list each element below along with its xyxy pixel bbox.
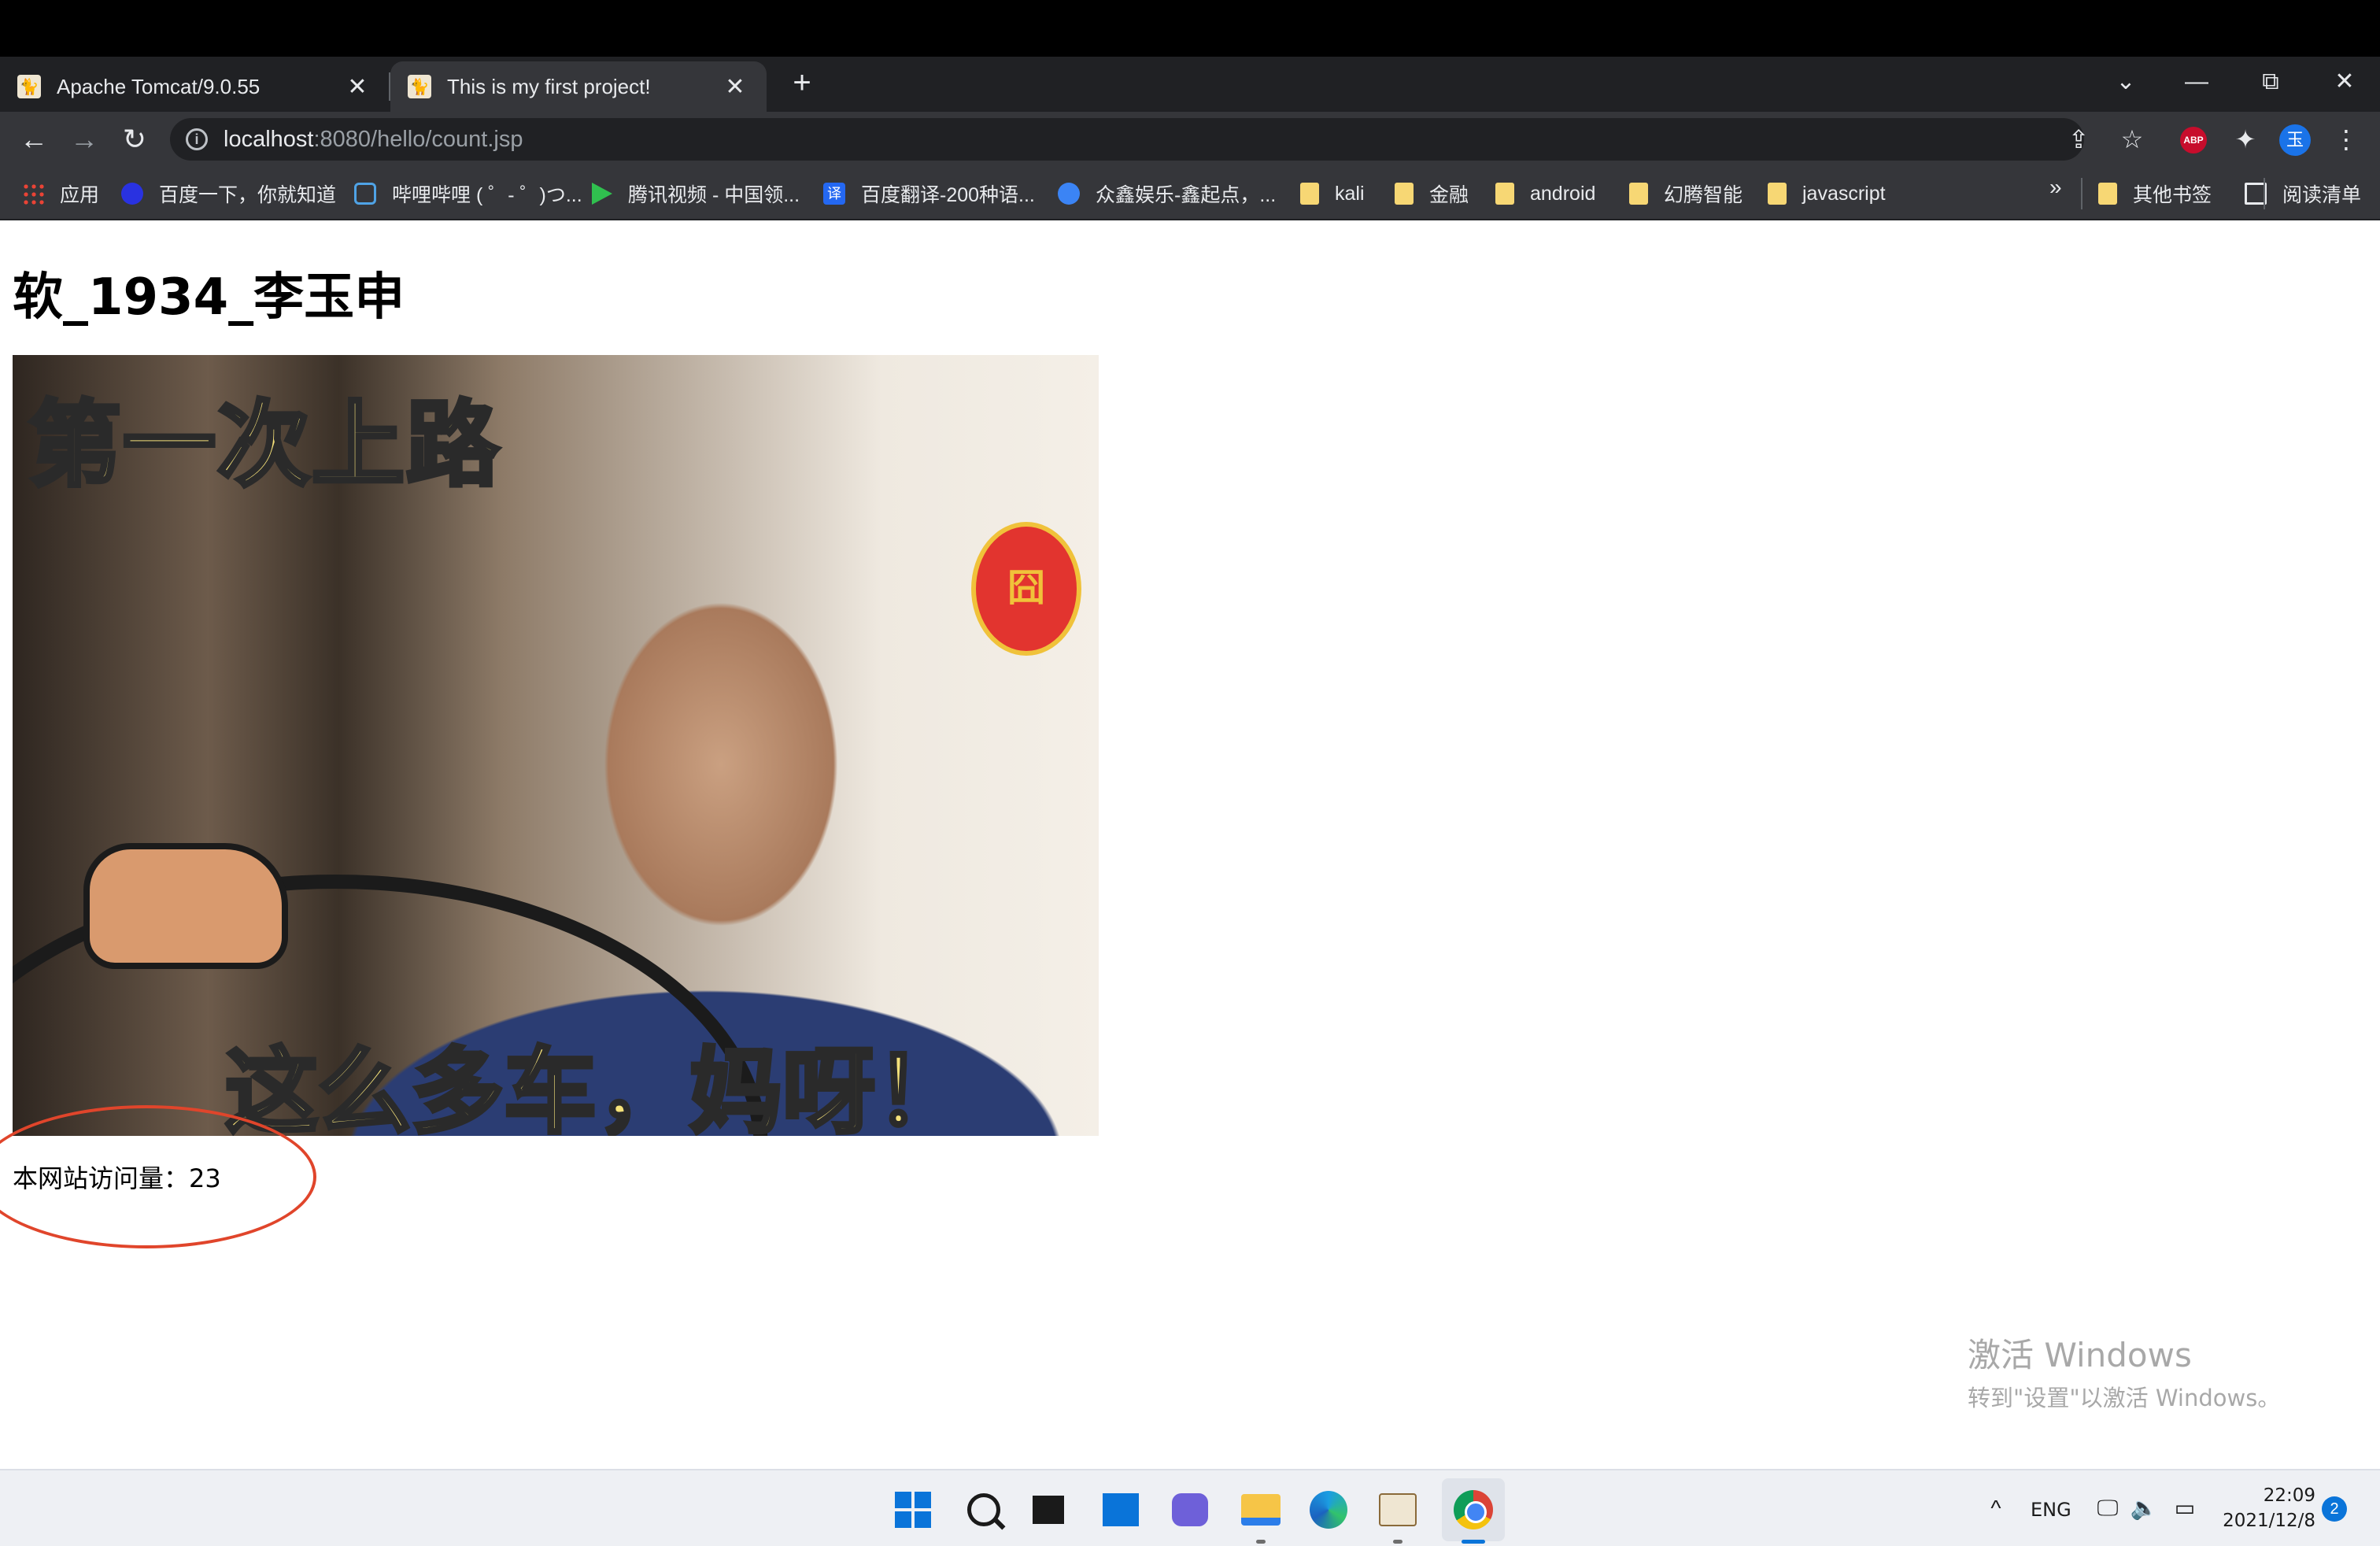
bookmarks-separator — [2081, 178, 2082, 209]
extensions-puzzle-icon[interactable]: ✦ — [2227, 121, 2264, 157]
language-indicator[interactable]: ENG — [2031, 1499, 2071, 1521]
clock-time: 22:09 — [2263, 1485, 2315, 1506]
bookmark-tencent-video[interactable]: 腾讯视频 - 中国领... — [592, 178, 800, 209]
tab-search-icon[interactable]: ⌄ — [2098, 60, 2153, 104]
baidu-fanyi-icon: 译 — [823, 183, 845, 205]
screen-top-bar — [0, 0, 2380, 57]
reading-list[interactable]: 阅读清单 — [2245, 178, 2361, 209]
watermark-subtitle: 转到"设置"以激活 Windows。 — [1968, 1385, 2281, 1411]
bookmark-folder-finance[interactable]: 金融 — [1395, 178, 1469, 209]
apps-icon — [22, 183, 44, 205]
meme-seal: 囧 — [971, 522, 1081, 656]
battery-icon[interactable]: ▭ — [2171, 1492, 2199, 1524]
bookmarks-separator — [2264, 178, 2265, 209]
back-button[interactable]: ← — [14, 120, 54, 159]
restore-button[interactable]: ⧉ — [2243, 60, 2298, 104]
bookmark-baidu-fanyi[interactable]: 译百度翻译-200种语... — [823, 178, 1035, 209]
tab-close-icon[interactable]: ✕ — [343, 73, 371, 101]
task-view-icon[interactable] — [1026, 1488, 1070, 1532]
start-icon[interactable] — [891, 1488, 935, 1532]
tomcat-icon[interactable] — [1376, 1488, 1420, 1532]
folder-icon — [1768, 183, 1787, 205]
tab-title: Apache Tomcat/9.0.55 — [57, 74, 261, 98]
bookmark-baidu[interactable]: 百度一下，你就知道 — [121, 178, 336, 209]
volume-icon[interactable]: 🔈 — [2130, 1492, 2158, 1524]
chat-icon[interactable] — [1168, 1488, 1212, 1532]
annotation-circle — [0, 1105, 316, 1248]
tomcat-favicon-icon: 🐈 — [17, 75, 41, 98]
tencent-video-icon — [592, 183, 612, 205]
zhongxin-icon — [1058, 183, 1080, 205]
other-bookmarks[interactable]: 其他书签 — [2098, 178, 2212, 209]
tomcat-favicon-icon: 🐈 — [408, 75, 431, 98]
baidu-icon — [121, 183, 143, 205]
new-tab-button[interactable]: + — [782, 63, 822, 102]
windows-activation-watermark: 激活 Windows 转到"设置"以激活 Windows。 — [1968, 1329, 2280, 1413]
meme-image: 囧 第一次上路 这么多车，妈呀！ — [13, 355, 1099, 1136]
windows-taskbar: ^ ENG 🖵 🔈 ▭ 22:09 2021/12/8 2 — [0, 1469, 2380, 1546]
bookmark-folder-javascript[interactable]: javascript — [1768, 178, 1886, 209]
network-icon[interactable]: 🖵 — [2094, 1492, 2122, 1524]
bookmark-folder-huanteng[interactable]: 幻腾智能 — [1629, 178, 1743, 209]
bookmark-bilibili[interactable]: 哔哩哔哩 ( ゜- ゜)つ... — [354, 178, 582, 209]
reload-button[interactable]: ↻ — [115, 120, 154, 159]
folder-icon — [1395, 183, 1414, 205]
active-indicator — [1462, 1540, 1485, 1544]
tab-title: This is my first project! — [447, 74, 651, 98]
share-icon[interactable]: ⇪ — [2060, 121, 2097, 157]
chrome-icon[interactable] — [1451, 1488, 1495, 1532]
bookmark-folder-kali[interactable]: kali — [1300, 178, 1365, 209]
site-info-icon[interactable]: i — [186, 128, 208, 150]
tab-close-icon[interactable]: ✕ — [721, 73, 749, 101]
clock-date: 2021/12/8 — [2223, 1511, 2315, 1531]
meme-top-caption: 第一次上路 — [26, 389, 501, 501]
bookmarks-overflow-chevron-icon[interactable]: » — [2049, 175, 2062, 200]
tab-first-project[interactable]: 🐈 This is my first project! ✕ — [390, 61, 767, 112]
url-path: :8080/hello/count.jsp — [313, 126, 523, 152]
hand-shape — [83, 843, 288, 969]
url-host: localhost — [224, 126, 314, 152]
running-indicator — [1256, 1540, 1266, 1544]
notification-badge[interactable]: 2 — [2322, 1496, 2347, 1522]
watermark-title: 激活 Windows — [1968, 1336, 2192, 1374]
tab-strip: 🐈 Apache Tomcat/9.0.55 ✕ 🐈 This is my fi… — [0, 57, 2380, 112]
folder-icon — [2098, 183, 2117, 205]
running-indicator — [1393, 1540, 1402, 1544]
close-window-button[interactable]: ✕ — [2317, 60, 2372, 104]
minimize-button[interactable]: — — [2169, 60, 2224, 104]
forward-button[interactable]: → — [65, 120, 104, 159]
bilibili-icon — [354, 183, 376, 205]
folder-icon — [1300, 183, 1319, 205]
folder-icon — [1629, 183, 1648, 205]
bookmark-folder-android[interactable]: android — [1495, 178, 1595, 209]
chrome-menu-icon[interactable]: ⋮ — [2328, 121, 2364, 157]
bookmark-star-icon[interactable]: ☆ — [2114, 121, 2150, 157]
tab-tomcat[interactable]: 🐈 Apache Tomcat/9.0.55 ✕ — [0, 61, 389, 112]
widgets-icon[interactable] — [1099, 1488, 1143, 1532]
bookmark-apps[interactable]: 应用 — [22, 178, 99, 209]
profile-avatar[interactable]: 玉 — [2279, 124, 2311, 156]
system-clock[interactable]: 22:09 2021/12/8 — [2221, 1483, 2315, 1533]
page-heading: 软_1934_李玉申 — [13, 268, 405, 327]
bookmark-zhongxin[interactable]: 众鑫娱乐-鑫起点，... — [1058, 178, 1276, 209]
bookmarks-bar: 应用 百度一下，你就知道 哔哩哔哩 ( ゜- ゜)つ... 腾讯视频 - 中国领… — [0, 167, 2380, 220]
address-bar[interactable]: i localhost:8080/hello/count.jsp — [170, 118, 2084, 161]
meme-bottom-caption: 这么多车，妈呀！ — [223, 1036, 970, 1137]
show-hidden-icons-chevron-icon[interactable]: ^ — [1982, 1492, 2010, 1524]
file-explorer-icon[interactable] — [1239, 1488, 1283, 1532]
browser-toolbar: ← → ↻ i localhost:8080/hello/count.jsp ⇪… — [0, 112, 2380, 167]
folder-icon — [1495, 183, 1514, 205]
search-icon[interactable] — [962, 1488, 1006, 1532]
edge-icon[interactable] — [1306, 1488, 1351, 1532]
adblock-extension-icon[interactable]: ABP — [2180, 127, 2207, 153]
